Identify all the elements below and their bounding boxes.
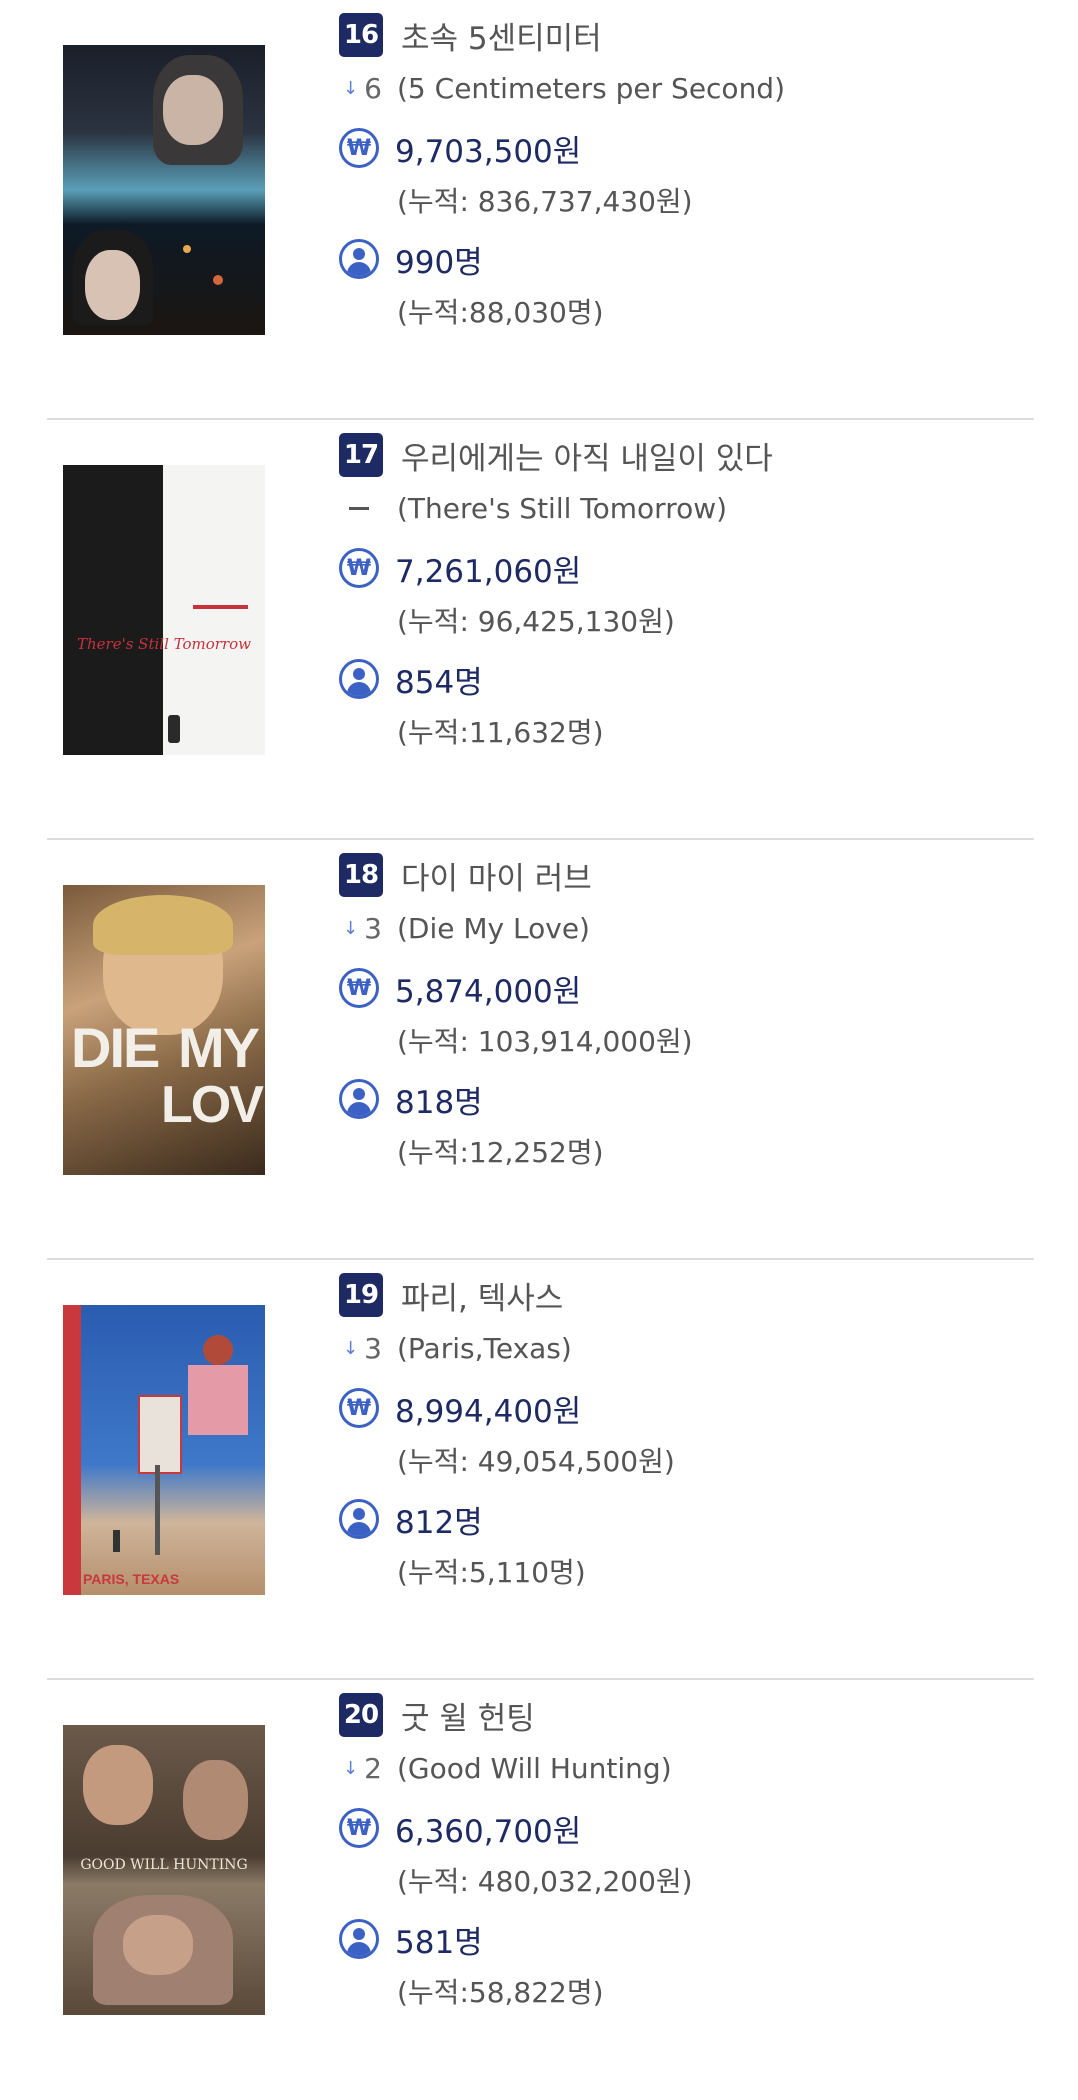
rank-badge: 19 [339, 1273, 383, 1317]
rank-change-value: 2 [364, 1751, 382, 1785]
person-icon [339, 1499, 379, 1539]
arrow-down-icon: ↓ [343, 1757, 359, 1779]
arrow-down-icon: ↓ [343, 917, 359, 939]
movie-title-korean[interactable]: 초속 5센티미터 [401, 13, 602, 58]
cumulative-audience: (누적:12,252명) [397, 1136, 604, 1169]
poster-title-text: LOVE [161, 1076, 265, 1134]
daily-audience: 812명 [395, 1504, 483, 1541]
movie-poster[interactable]: There's Still Tomorrow [63, 465, 265, 755]
box-office-list: 16 초속 5센티미터 ↓ 6 (5 Centimeters per Secon… [0, 0, 1078, 2062]
movie-item[interactable]: There's Still Tomorrow 17 우리에게는 아직 내일이 있… [47, 420, 1034, 840]
cumulative-revenue: (누적: 836,737,430원) [397, 185, 693, 218]
movie-title-english: (Paris,Texas) [397, 1331, 572, 1365]
cumulative-audience: (누적:58,822명) [397, 1976, 604, 2009]
movie-poster[interactable]: DIE MY LOVE [63, 885, 265, 1175]
rank-badge: 20 [339, 1693, 383, 1737]
movie-item[interactable]: GOOD WILL HUNTING 20 굿 윌 헌팅 ↓ 2 (Good Wi… [47, 1680, 1034, 2100]
daily-audience: 818명 [395, 1084, 483, 1121]
poster-title-text: GOOD WILL HUNTING [80, 1857, 248, 1873]
cumulative-revenue: (누적: 480,032,200원) [397, 1865, 693, 1898]
won-icon: ₩ [339, 1808, 379, 1848]
poster-title-text: There's Still Tomorrow [77, 635, 251, 653]
movie-title-korean[interactable]: 굿 윌 헌팅 [401, 1693, 535, 1738]
movie-item[interactable]: PARIS, TEXAS 19 파리, 텍사스 ↓ 3 (Paris,Texas… [47, 1260, 1034, 1680]
person-icon [339, 659, 379, 699]
cumulative-revenue: (누적: 96,425,130원) [397, 605, 675, 638]
daily-audience: 990명 [395, 244, 483, 281]
movie-title-korean[interactable]: 다이 마이 러브 [401, 853, 592, 898]
won-icon: ₩ [339, 968, 379, 1008]
daily-revenue: 9,703,500원 [395, 133, 582, 170]
cumulative-revenue: (누적: 103,914,000원) [397, 1025, 693, 1058]
poster-title-text: MY [178, 1016, 260, 1079]
daily-revenue: 5,874,000원 [395, 973, 582, 1010]
movie-item[interactable]: DIE MY LOVE 18 다이 마이 러브 ↓ 3 (Die My Love… [47, 840, 1034, 1260]
won-icon: ₩ [339, 548, 379, 588]
rank-change: ↓ 3 [339, 1332, 397, 1365]
person-icon [339, 1919, 379, 1959]
poster-title-text: DIE [71, 1016, 160, 1079]
rank-change: ↓ 6 [339, 72, 397, 105]
movie-title-korean[interactable]: 우리에게는 아직 내일이 있다 [401, 433, 773, 478]
won-icon: ₩ [339, 128, 379, 168]
movie-title-english: (Die My Love) [397, 911, 590, 945]
dash-icon [349, 506, 369, 510]
daily-revenue: 8,994,400원 [395, 1393, 582, 1430]
movie-title-english: (Good Will Hunting) [397, 1751, 672, 1785]
cumulative-audience: (누적:11,632명) [397, 716, 604, 749]
arrow-down-icon: ↓ [343, 1337, 359, 1359]
movie-item[interactable]: 16 초속 5센티미터 ↓ 6 (5 Centimeters per Secon… [47, 0, 1034, 420]
rank-badge: 17 [339, 433, 383, 477]
won-icon: ₩ [339, 1388, 379, 1428]
daily-audience: 854명 [395, 664, 483, 701]
poster-title-text: PARIS, TEXAS [83, 1571, 180, 1587]
rank-change-value: 3 [364, 1331, 382, 1365]
arrow-down-icon: ↓ [343, 77, 359, 99]
cumulative-audience: (누적:5,110명) [397, 1556, 586, 1589]
movie-title-english: (5 Centimeters per Second) [397, 71, 786, 105]
person-icon [339, 1079, 379, 1119]
rank-change-value: 3 [364, 911, 382, 945]
movie-title-korean[interactable]: 파리, 텍사스 [401, 1273, 563, 1318]
cumulative-audience: (누적:88,030명) [397, 296, 604, 329]
rank-badge: 18 [339, 853, 383, 897]
daily-audience: 581명 [395, 1924, 483, 1961]
rank-change-value: 6 [364, 71, 382, 105]
movie-poster[interactable] [63, 45, 265, 335]
movie-poster[interactable]: PARIS, TEXAS [63, 1305, 265, 1595]
cumulative-revenue: (누적: 49,054,500원) [397, 1445, 675, 1478]
rank-badge: 16 [339, 13, 383, 57]
rank-change: ↓ 2 [339, 1752, 397, 1785]
movie-poster[interactable]: GOOD WILL HUNTING [63, 1725, 265, 2015]
person-icon [339, 239, 379, 279]
rank-change [339, 506, 397, 510]
daily-revenue: 6,360,700원 [395, 1813, 582, 1850]
daily-revenue: 7,261,060원 [395, 553, 582, 590]
movie-title-english: (There's Still Tomorrow) [397, 491, 728, 525]
rank-change: ↓ 3 [339, 912, 397, 945]
